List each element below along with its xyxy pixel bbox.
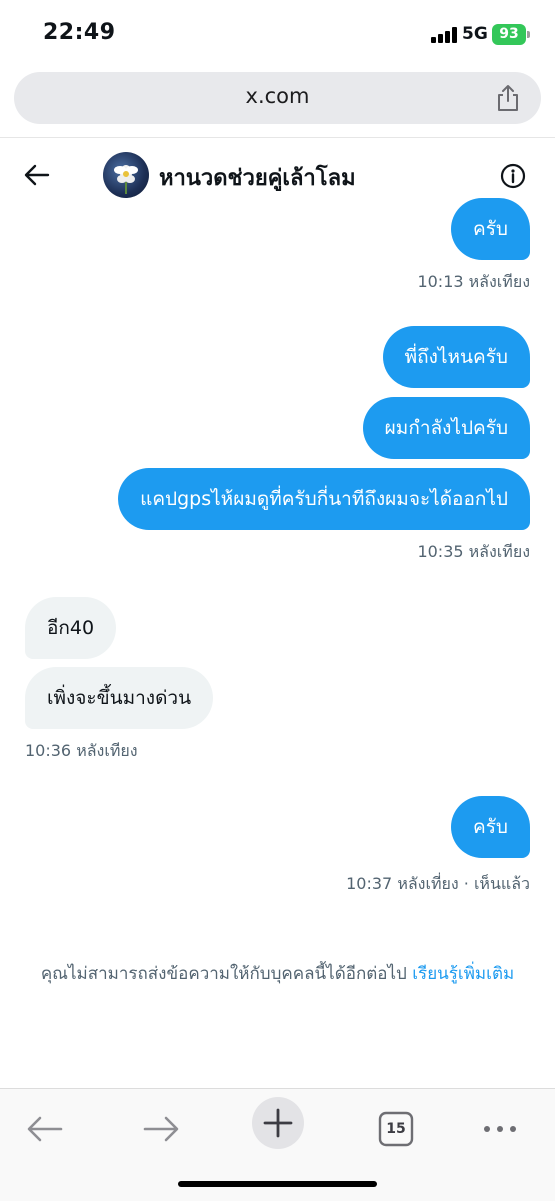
more-icon[interactable] xyxy=(478,1107,522,1151)
url-text[interactable]: x.com xyxy=(14,84,541,108)
message-bubble-outgoing[interactable]: แคปgpsไห้ผมดูที่ครับกี่นาทีถึงผมจะได้ออก… xyxy=(118,468,530,530)
back-icon[interactable] xyxy=(23,1107,67,1151)
message-timestamp-seen: 10:37 หลังเที่ยง · เห็นแล้ว xyxy=(346,874,530,893)
learn-more-link[interactable]: เรียนรู้เพิ่มเติม xyxy=(412,964,514,984)
avatar[interactable] xyxy=(103,152,149,198)
message-bubble-outgoing[interactable]: พี่ถึงไหนครับ xyxy=(382,326,530,388)
tab-count: 15 xyxy=(386,1121,406,1137)
home-indicator xyxy=(178,1181,377,1187)
message-bubble-outgoing[interactable]: ผมกำลังไปครับ xyxy=(362,397,530,459)
message-timestamp: 10:35 หลังเทียง xyxy=(417,542,530,561)
message-timestamp: 10:36 หลังเทียง xyxy=(25,741,138,760)
network-type: 5G xyxy=(462,24,488,44)
message-bubble-incoming[interactable]: อีก40 xyxy=(25,597,117,659)
status-bar: 22:49 5G 93 xyxy=(0,0,555,64)
message-timestamp: 10:13 หลังเทียง xyxy=(417,272,530,291)
new-tab-icon[interactable] xyxy=(251,1096,305,1150)
chat-title[interactable]: หานวดช่วยคู่เล้าโลม xyxy=(159,160,356,195)
back-arrow-icon[interactable] xyxy=(24,162,50,188)
share-icon[interactable] xyxy=(495,84,521,112)
battery-icon: 93 xyxy=(492,24,526,45)
signal-icon xyxy=(431,27,457,43)
forward-icon[interactable] xyxy=(139,1107,183,1151)
address-bar[interactable]: x.com xyxy=(14,72,541,124)
blocked-notice-text: คุณไม่สามารถส่งข้อความให้กับบุคคลนี้ได้อ… xyxy=(40,964,407,984)
message-bubble-outgoing[interactable]: ครับ xyxy=(451,198,530,260)
info-icon[interactable] xyxy=(500,163,526,189)
battery-tip xyxy=(527,31,530,38)
tabs-icon[interactable]: 15 xyxy=(374,1107,418,1151)
message-bubble-outgoing[interactable]: ครับ xyxy=(451,796,530,858)
avatar-image xyxy=(114,165,138,194)
divider xyxy=(0,137,555,138)
status-time: 22:49 xyxy=(43,20,116,45)
message-bubble-incoming[interactable]: เพิ่งจะขึ้นมางด่วน xyxy=(25,667,214,729)
blocked-notice: คุณไม่สามารถส่งข้อความให้กับบุคคลนี้ได้อ… xyxy=(0,960,555,987)
